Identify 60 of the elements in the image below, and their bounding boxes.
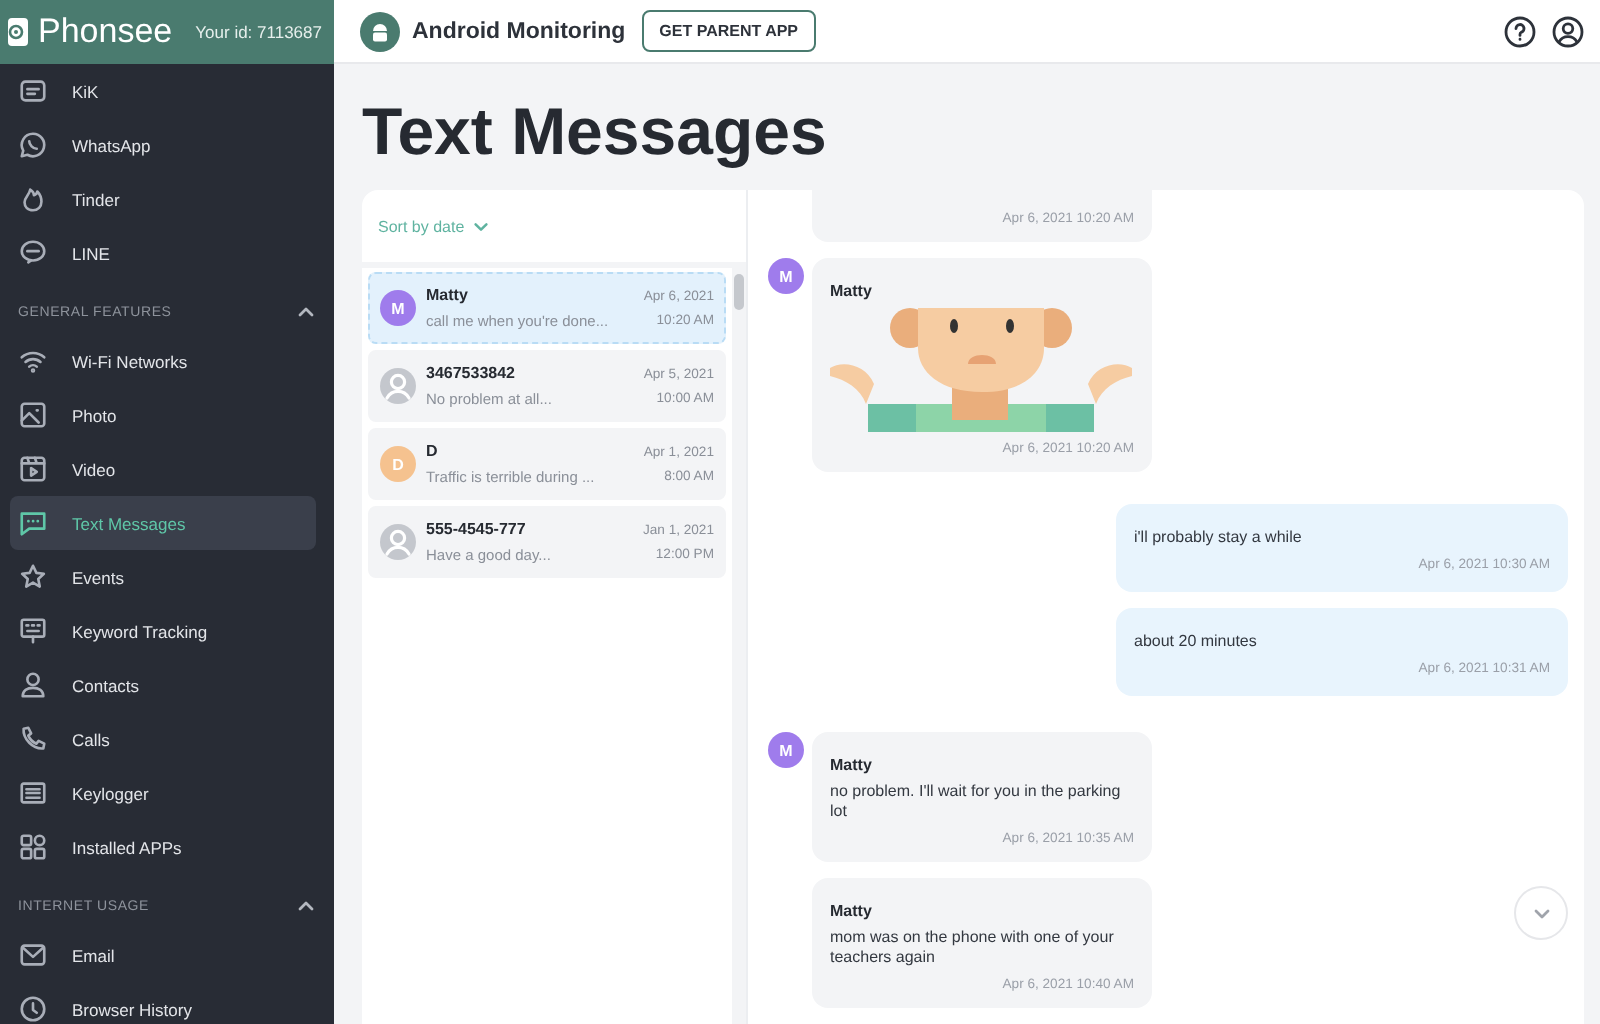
chevron-down-icon xyxy=(472,217,491,235)
sidebar-item[interactable]: KiK xyxy=(10,64,316,118)
contact-name: 555-4545-777 xyxy=(426,520,528,538)
contact-name: Matty xyxy=(426,286,470,304)
get-parent-app-button[interactable]: GET PARENT APP xyxy=(641,10,817,52)
sender-name: Matty xyxy=(830,282,874,300)
person-avatar-icon xyxy=(380,524,416,560)
device-name: Android Monitoring xyxy=(412,19,626,43)
phone-icon xyxy=(18,724,48,754)
chevron-icon[interactable] xyxy=(296,302,316,322)
image-icon xyxy=(18,400,48,430)
apps-grid-icon xyxy=(18,832,48,862)
person-avatar-icon xyxy=(380,368,416,404)
clock-icon xyxy=(18,994,48,1024)
user-id: Your id: 7113687 xyxy=(195,22,322,42)
brand-name: Phonsee xyxy=(38,12,173,52)
page-title: Text Messages xyxy=(362,94,829,170)
message-text: no problem. I'll wait for you in the parking lot xyxy=(830,782,1123,822)
avatar: D xyxy=(380,446,416,482)
speech-bubble-icon xyxy=(18,238,48,268)
avatar: M xyxy=(380,290,416,326)
message-text: mom was on the phone with one of your teachers again xyxy=(830,928,1116,968)
sidebar-item[interactable]: Tinder xyxy=(10,172,316,226)
avatar: M xyxy=(768,258,804,294)
sidebar-item[interactable]: Email xyxy=(10,928,316,982)
keyboard-icon xyxy=(18,616,48,646)
wifi-icon xyxy=(18,346,48,376)
keyboard-icon xyxy=(18,778,48,808)
sidebar-item[interactable]: Keylogger xyxy=(10,766,316,820)
avatar: M xyxy=(768,732,804,768)
flame-icon xyxy=(18,184,48,214)
message-text: about 20 minutes xyxy=(1134,632,1259,652)
sidebar-item[interactable]: Browser History xyxy=(10,982,316,1024)
sender-name: Matty xyxy=(830,902,874,920)
sidebar-item[interactable]: Text Messages xyxy=(10,496,316,550)
sidebar-item[interactable]: Photo xyxy=(10,388,316,442)
sidebar-item[interactable]: WhatsApp xyxy=(10,118,316,172)
sidebar-item[interactable]: Contacts xyxy=(10,658,316,712)
sidebar-item[interactable]: Installed APPs xyxy=(10,820,316,874)
chevron-icon[interactable] xyxy=(296,896,316,916)
contact-name: 3467533842 xyxy=(426,364,517,382)
message-text: i'll probably stay a while xyxy=(1134,528,1304,548)
sidebar-item[interactable]: Calls xyxy=(10,712,316,766)
help-icon[interactable] xyxy=(1504,15,1536,47)
account-icon[interactable] xyxy=(1552,15,1584,47)
chat-badge-icon xyxy=(18,76,48,106)
sidebar-item[interactable]: Events xyxy=(10,550,316,604)
envelope-icon xyxy=(18,940,48,970)
video-icon xyxy=(18,454,48,484)
sidebar-item[interactable]: Keyword Tracking xyxy=(10,604,316,658)
sidebar-item[interactable]: LINE xyxy=(10,226,316,280)
scrollbar-thumb[interactable] xyxy=(734,274,744,310)
person-icon xyxy=(18,670,48,700)
sender-name: Matty xyxy=(830,756,874,774)
star-icon xyxy=(18,562,48,592)
sidebar-item[interactable]: Video xyxy=(10,442,316,496)
sidebar-item[interactable]: Wi-Fi Networks xyxy=(10,334,316,388)
contact-name: D xyxy=(426,442,440,460)
phone-bubble-icon xyxy=(18,130,48,160)
message-icon xyxy=(18,508,48,538)
